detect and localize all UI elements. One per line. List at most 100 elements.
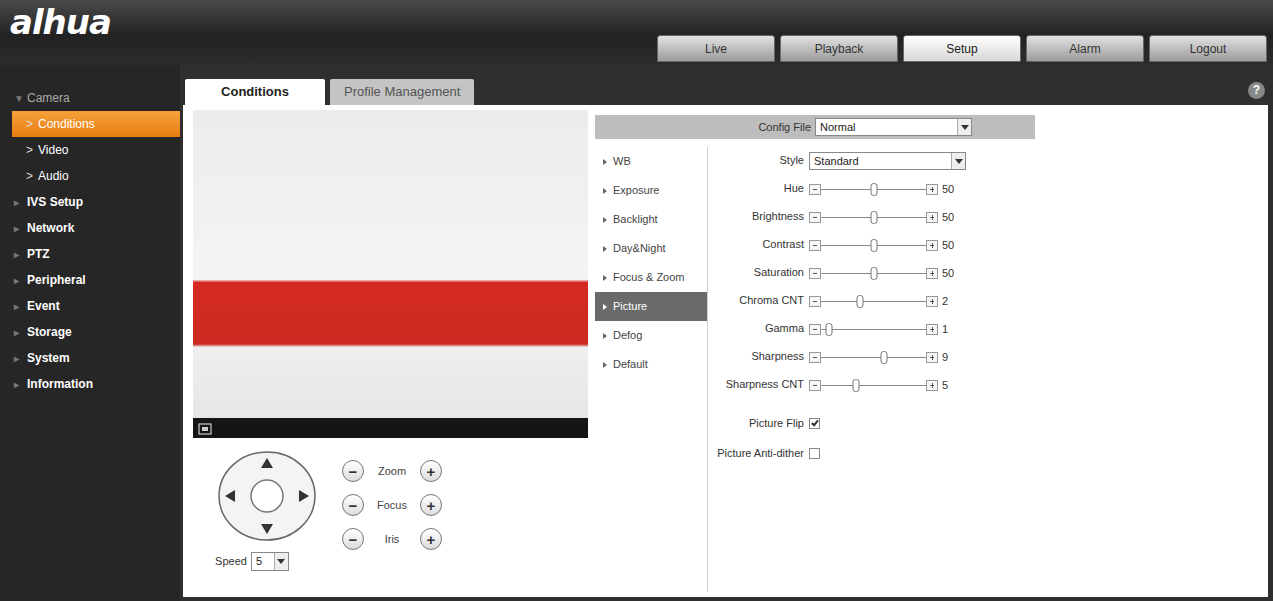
decrease-icon[interactable] (809, 240, 821, 251)
increase-icon[interactable] (926, 324, 938, 335)
expand-arrow: > (26, 115, 33, 133)
nav-tab-label: Setup (946, 40, 977, 58)
minus-button[interactable]: − (342, 494, 364, 516)
sidebar-item[interactable]: ▸Event (0, 293, 180, 319)
sidebar-item[interactable]: ▼Camera (0, 85, 180, 111)
slider-track (821, 183, 926, 196)
sidebar-item[interactable]: > Video (12, 137, 180, 163)
sidebar-item[interactable]: ▸Network (0, 215, 180, 241)
increase-icon[interactable] (926, 212, 938, 223)
setting-label: Brightness (708, 210, 809, 224)
decrease-icon[interactable] (809, 380, 821, 391)
slider-thumb[interactable] (852, 379, 859, 392)
sidebar-label: Video (38, 141, 68, 159)
slider: 50 (809, 265, 958, 282)
config-menu-label: Backlight (613, 211, 658, 228)
increase-icon[interactable] (926, 184, 938, 195)
checkbox[interactable] (809, 418, 820, 429)
fullscreen-button[interactable] (198, 419, 212, 437)
sidebar-item[interactable]: ▸Storage (0, 319, 180, 345)
decrease-icon[interactable] (809, 268, 821, 279)
minus-button[interactable]: − (342, 460, 364, 482)
setting-label: Chroma CNT (708, 294, 809, 308)
config-menu-item[interactable]: Default (595, 350, 707, 379)
decrease-icon[interactable] (809, 324, 821, 335)
increase-icon[interactable] (926, 240, 938, 251)
config-menu-item[interactable]: Backlight (595, 205, 707, 234)
content-panel: Speed5−Zoom+−Focus+−Iris+Config FileNorm… (183, 105, 1268, 597)
sidebar-label: Audio (38, 167, 69, 185)
increase-icon[interactable] (926, 296, 938, 307)
config-file-select[interactable]: Normal (815, 118, 972, 137)
slider: 5 (809, 377, 958, 394)
speed-select[interactable]: 5 (251, 552, 289, 571)
slider: 1 (809, 321, 958, 338)
plus-button[interactable]: + (420, 460, 442, 482)
slider-thumb[interactable] (870, 239, 877, 252)
slider: 50 (809, 181, 958, 198)
slider-thumb[interactable] (870, 211, 877, 224)
setting-row: Picture Flip (708, 411, 1035, 441)
page-tab[interactable]: Profile Management (330, 79, 474, 105)
sidebar-item[interactable]: ▸IVS Setup (0, 189, 180, 215)
config-menu-item[interactable]: Exposure (595, 176, 707, 205)
expand-arrow: ▸ (14, 195, 22, 210)
joystick-area: Speed5 (217, 450, 317, 571)
config-menu-item[interactable]: Picture (595, 292, 707, 321)
plus-button[interactable]: + (420, 528, 442, 550)
config-body: WBExposure Backlight Day&Night Focus & Zoom… (595, 139, 1035, 592)
direction-pad-icon (217, 450, 317, 542)
setting-label: Picture Flip (708, 417, 809, 431)
config-menu-item[interactable]: Day&Night (595, 234, 707, 263)
slider: 50 (809, 209, 958, 226)
dropdown-arrow-icon (951, 153, 965, 170)
decrease-icon[interactable] (809, 184, 821, 195)
expand-arrow: > (26, 141, 33, 159)
slider-thumb[interactable] (870, 267, 877, 280)
style-select[interactable]: Standard (809, 152, 966, 171)
config-menu-item[interactable]: Defog (595, 321, 707, 350)
sidebar-item[interactable]: >Audio (12, 163, 180, 189)
slider-thumb[interactable] (856, 295, 863, 308)
slider-thumb[interactable] (826, 323, 833, 336)
sidebar-item[interactable]: ▸Information (0, 371, 180, 397)
checkbox[interactable] (809, 448, 820, 459)
minus-button[interactable]: − (342, 528, 364, 550)
nav-tab[interactable]: Alarm (1026, 35, 1144, 62)
page-tab[interactable]: Conditions (185, 79, 325, 105)
joystick[interactable] (217, 450, 317, 542)
ptz-controls: Speed5−Zoom+−Focus+−Iris+ (193, 438, 588, 571)
decrease-icon[interactable] (809, 352, 821, 363)
sidebar-item[interactable]: >Conditions (12, 111, 180, 137)
decrease-icon[interactable] (809, 212, 821, 223)
dropdown-arrow-icon (274, 553, 288, 570)
decrease-icon[interactable] (809, 296, 821, 307)
sidebar-item[interactable]: ▸Peripheral (0, 267, 180, 293)
slider-thumb[interactable] (881, 351, 888, 364)
config-menu-label: Day&Night (613, 240, 666, 257)
increase-icon[interactable] (926, 352, 938, 363)
config-menu-label: Defog (613, 327, 642, 344)
page-tab-label: Conditions (221, 82, 289, 102)
config-menu-label: Focus & Zoom (613, 269, 685, 286)
expand-arrow: ▸ (14, 377, 22, 392)
nav-tab-label: Playback (815, 40, 864, 58)
sidebar-label: Camera (27, 89, 70, 107)
config-menu-item[interactable]: WB (595, 147, 707, 176)
nav-tab[interactable]: Setup (903, 35, 1021, 62)
nav-tab[interactable]: Logout (1149, 35, 1267, 62)
speed-select-value: 5 (252, 553, 274, 570)
config-menu-item[interactable]: Focus & Zoom (595, 263, 707, 292)
lens-controls: −Zoom+−Focus+−Iris+ (342, 450, 442, 571)
help-icon[interactable]: ? (1248, 82, 1265, 99)
plus-button[interactable]: + (420, 494, 442, 516)
nav-tab[interactable]: Live (657, 35, 775, 62)
increase-icon[interactable] (926, 380, 938, 391)
nav-tab[interactable]: Playback (780, 35, 898, 62)
sidebar-item[interactable]: ▸System (0, 345, 180, 371)
slider-thumb[interactable] (870, 183, 877, 196)
sidebar-item[interactable]: ▸PTZ (0, 241, 180, 267)
increase-icon[interactable] (926, 268, 938, 279)
expand-arrow: ▸ (14, 351, 22, 366)
slider-track (821, 379, 926, 392)
